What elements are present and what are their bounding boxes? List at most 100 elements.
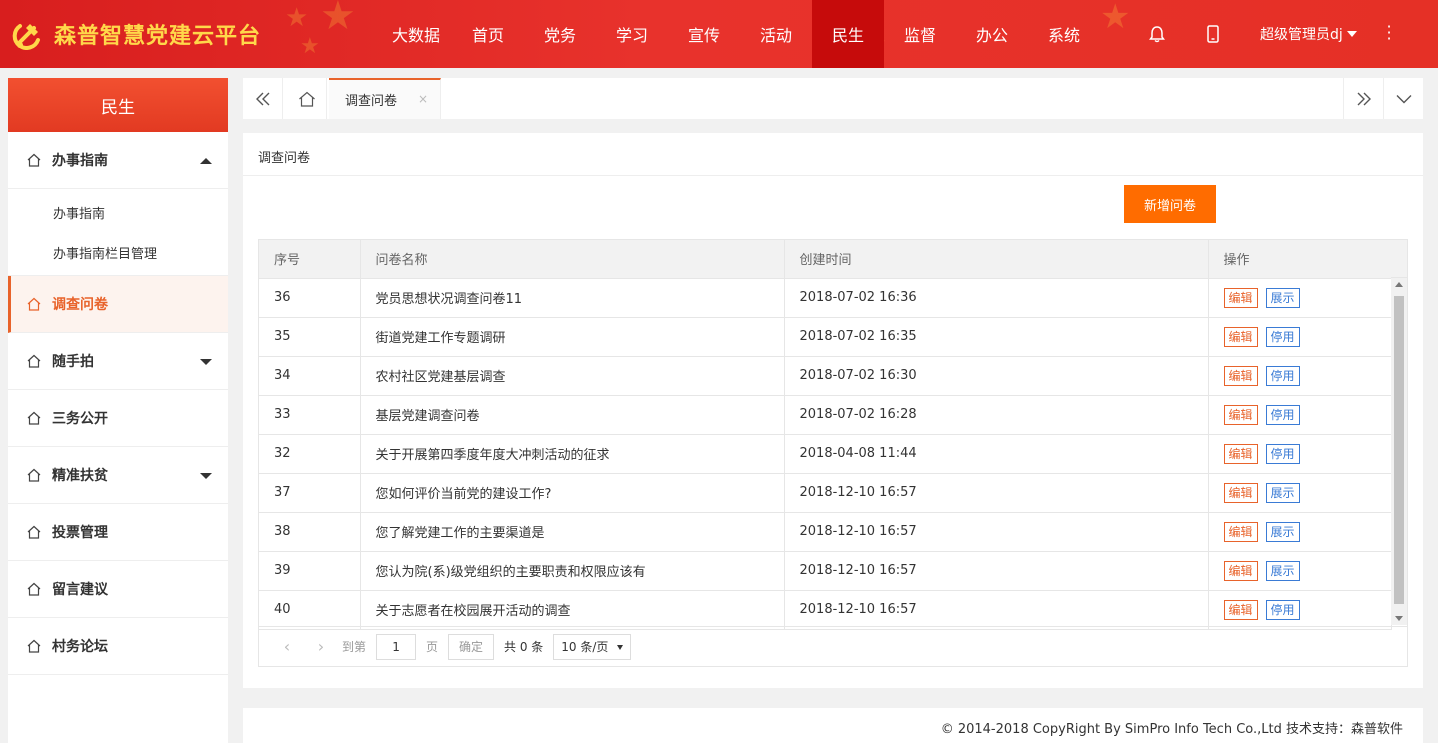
sidebar-item-label: 精准扶贫 — [52, 468, 108, 484]
scroll-up-arrow-icon[interactable] — [1395, 282, 1403, 287]
nav-item-supervision[interactable]: 监督 — [884, 0, 956, 68]
close-icon[interactable]: × — [418, 92, 428, 106]
bell-icon[interactable] — [1145, 22, 1169, 46]
chevron-down-icon[interactable] — [1383, 78, 1423, 119]
sidebar-item-affairs-open[interactable]: 三务公开 — [8, 390, 228, 447]
collapse-arrow-icon — [200, 158, 212, 164]
edit-button[interactable]: 编辑 — [1223, 404, 1258, 425]
edit-button[interactable]: 编辑 — [1223, 287, 1258, 308]
sidebar-item-survey[interactable]: 调查问卷 — [8, 276, 228, 333]
show-button[interactable]: 展示 — [1265, 287, 1300, 308]
sidebar: 民生 办事指南 办事指南 办事指南栏目管理 调查问卷 随手拍 三务公开 精准扶贫… — [8, 78, 228, 743]
sidebar-item-snapshot[interactable]: 随手拍 — [8, 333, 228, 390]
cell-survey-name: 您了解党建工作的主要渠道是 — [360, 512, 785, 552]
sidebar-item-label: 办事指南 — [52, 153, 108, 169]
sidebar-subitem-guide[interactable]: 办事指南 — [8, 192, 228, 232]
sidebar-item-guide[interactable]: 办事指南 — [8, 132, 228, 189]
vertical-scrollbar[interactable] — [1391, 278, 1407, 625]
sidebar-subitem-guide-columns[interactable]: 办事指南栏目管理 — [8, 232, 228, 272]
sidebar-item-poverty[interactable]: 精准扶贫 — [8, 447, 228, 504]
home-icon — [27, 411, 41, 425]
main-nav: 大数据 首页 党务 学习 宣传 活动 民生 监督 办公 系统 — [380, 0, 1100, 68]
nav-item-home[interactable]: 首页 — [452, 0, 524, 68]
disable-button[interactable]: 停用 — [1265, 365, 1300, 386]
nav-item-livelihood[interactable]: 民生 — [812, 0, 884, 68]
edit-button[interactable]: 编辑 — [1223, 560, 1258, 581]
tab-label: 调查问卷 — [345, 94, 398, 109]
sidebar-item-label: 投票管理 — [52, 525, 108, 541]
show-button[interactable]: 展示 — [1265, 521, 1300, 542]
cell-actions: 编辑 展示 — [1208, 278, 1392, 318]
cell-index: 36 — [259, 278, 361, 318]
scroll-right-double-chevron-icon[interactable] — [1343, 78, 1383, 119]
home-icon — [27, 525, 41, 539]
nav-item-publicity[interactable]: 宣传 — [668, 0, 740, 68]
tab-survey[interactable]: 调查问卷 × — [329, 78, 441, 119]
sidebar-item-forum[interactable]: 村务论坛 — [8, 618, 228, 675]
nav-item-system[interactable]: 系统 — [1028, 0, 1100, 68]
disable-button[interactable]: 停用 — [1265, 326, 1300, 347]
home-tab-icon[interactable] — [287, 78, 327, 119]
home-icon — [27, 153, 41, 167]
nav-item-big-data[interactable]: 大数据 — [380, 0, 452, 68]
caret-down-icon — [617, 644, 624, 650]
cell-index: 39 — [259, 551, 361, 591]
disable-button[interactable]: 停用 — [1265, 443, 1300, 464]
add-survey-button[interactable]: 新增问卷 — [1124, 185, 1216, 223]
cell-index: 34 — [259, 356, 361, 396]
pagination: ‹ › 到第 页 确定 共 0 条 10 条/页 — [259, 626, 1407, 666]
cell-survey-name: 党员思想状况调查问卷11 — [360, 278, 785, 318]
nav-item-study[interactable]: 学习 — [596, 0, 668, 68]
scrollbar-thumb[interactable] — [1394, 296, 1404, 604]
edit-button[interactable]: 编辑 — [1223, 599, 1258, 620]
column-header-created[interactable]: 创建时间 — [784, 240, 1209, 279]
page-unit-label: 页 — [426, 640, 439, 654]
column-header-actions: 操作 — [1208, 240, 1392, 279]
table-row: 39 您认为院(系)级党组织的主要职责和权限应该有 2018-12-10 16:57… — [259, 551, 1392, 591]
confirm-page-button[interactable]: 确定 — [448, 633, 495, 660]
nav-item-party-affairs[interactable]: 党务 — [524, 0, 596, 68]
scroll-left-double-chevron-icon[interactable] — [243, 78, 283, 119]
decor-star-icon: ★ — [320, 0, 356, 39]
footer: © 2014-2018 CopyRight By SimPro Info Tec… — [243, 708, 1423, 743]
user-menu[interactable]: 超级管理员dj — [1260, 24, 1357, 44]
edit-button[interactable]: 编辑 — [1223, 443, 1258, 464]
cell-index: 35 — [259, 317, 361, 357]
header-gutter — [1391, 240, 1407, 278]
disable-button[interactable]: 停用 — [1265, 404, 1300, 425]
app-title: 森普智慧党建云平台 — [54, 24, 262, 49]
column-header-name[interactable]: 问卷名称 — [360, 240, 785, 279]
more-icon[interactable]: · · · — [1383, 19, 1395, 47]
edit-button[interactable]: 编辑 — [1223, 365, 1258, 386]
disable-button[interactable]: 停用 — [1265, 599, 1300, 620]
edit-button[interactable]: 编辑 — [1223, 326, 1258, 347]
cell-created-time: 2018-12-10 16:57 — [784, 551, 1209, 591]
column-header-index[interactable]: 序号 — [259, 240, 361, 279]
divider — [243, 175, 1423, 176]
sidebar-item-suggestions[interactable]: 留言建议 — [8, 561, 228, 618]
next-page-icon[interactable]: › — [308, 634, 334, 660]
caret-down-icon — [1346, 31, 1357, 37]
edit-button[interactable]: 编辑 — [1223, 521, 1258, 542]
home-icon — [27, 639, 41, 653]
page-number-input[interactable] — [376, 633, 417, 660]
show-button[interactable]: 展示 — [1265, 482, 1300, 503]
sidebar-item-label: 三务公开 — [52, 411, 108, 427]
edit-button[interactable]: 编辑 — [1223, 482, 1258, 503]
nav-item-office[interactable]: 办公 — [956, 0, 1028, 68]
home-icon — [27, 297, 41, 311]
sidebar-item-voting[interactable]: 投票管理 — [8, 504, 228, 561]
prev-page-icon[interactable]: ‹ — [274, 634, 300, 660]
page-size-select[interactable]: 10 条/页 — [553, 633, 632, 660]
mobile-icon[interactable] — [1201, 22, 1225, 46]
table-row: 36 党员思想状况调查问卷11 2018-07-02 16:36 编辑 展示 — [259, 278, 1392, 318]
cell-survey-name: 关于志愿者在校园展开活动的调查 — [360, 590, 785, 630]
show-button[interactable]: 展示 — [1265, 560, 1300, 581]
cell-created-time: 2018-07-02 16:35 — [784, 317, 1209, 357]
sidebar-item-label: 调查问卷 — [52, 297, 108, 313]
nav-item-activity[interactable]: 活动 — [740, 0, 812, 68]
decor-star-icon: ★ — [285, 3, 309, 33]
scroll-down-arrow-icon[interactable] — [1395, 616, 1403, 621]
data-table: 序号 问卷名称 创建时间 操作 36 党员思想状况调查问卷11 2018-07-02… — [259, 240, 1392, 630]
app-logo[interactable]: 森普智慧党建云平台 — [12, 17, 261, 51]
